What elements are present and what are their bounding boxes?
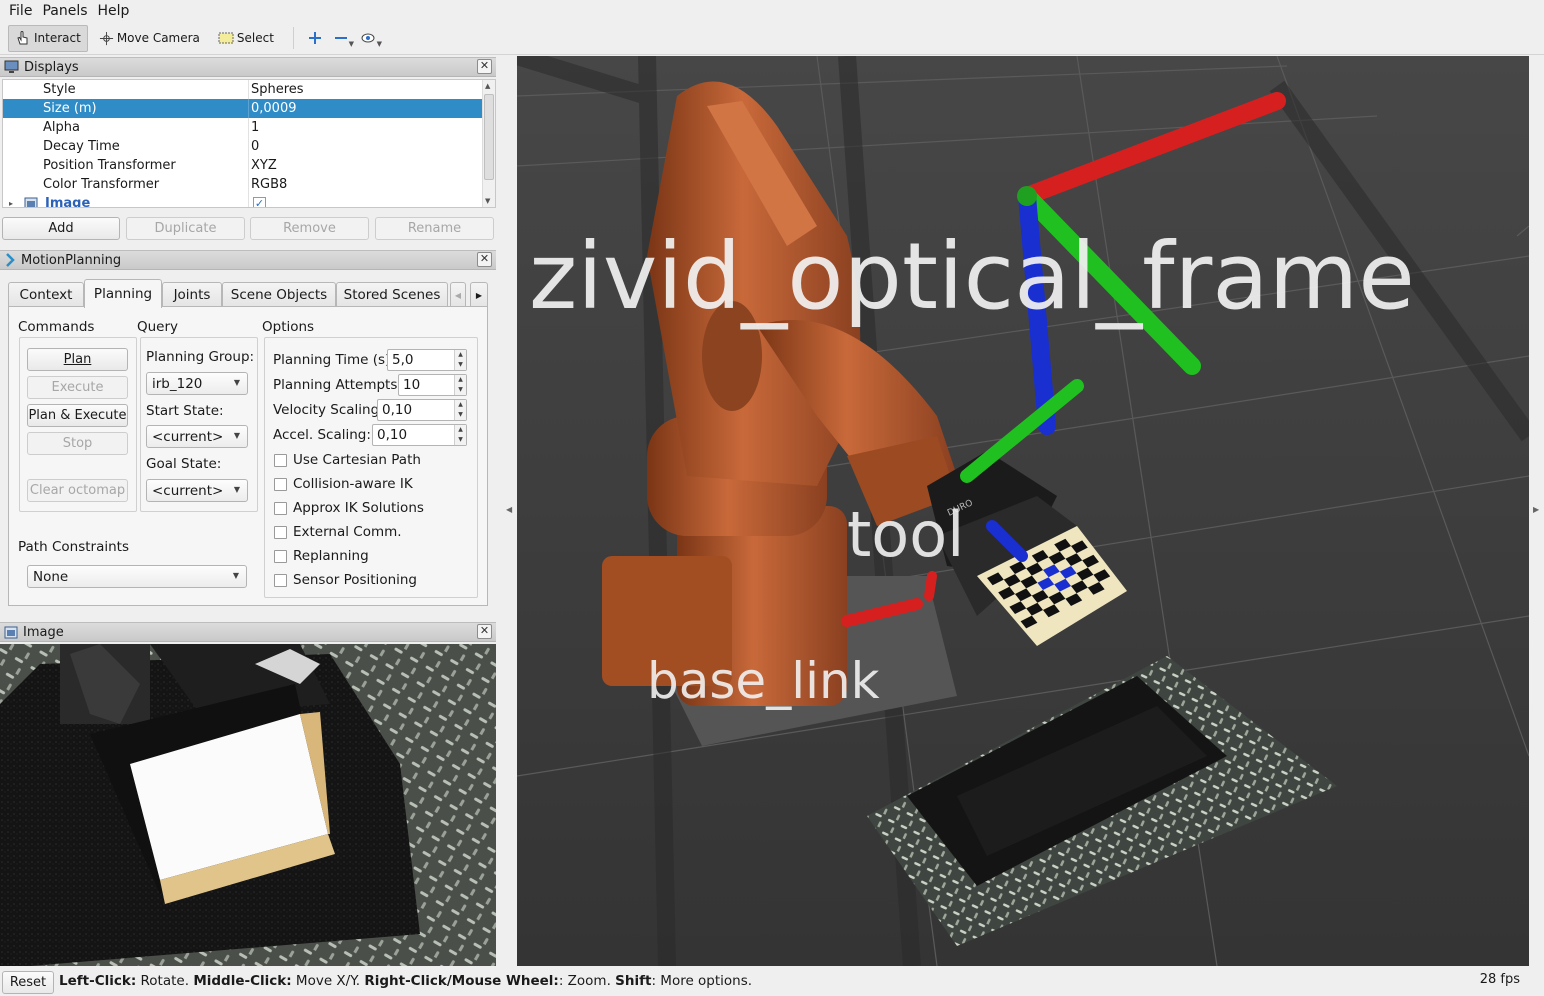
planning-group-select[interactable]: irb_120 ▼ [146, 372, 248, 395]
minus-icon [334, 37, 347, 39]
monitor-icon [4, 60, 19, 73]
menu-file[interactable]: File [4, 3, 37, 19]
frame-label-base: base_link [647, 652, 880, 710]
external-comm-checkbox[interactable]: External Comm. [274, 524, 402, 540]
path-constraints-select[interactable]: None ▼ [27, 565, 247, 588]
motion-planning-panel-header: MotionPlanning ✕ [0, 250, 496, 270]
motion-planning-tabs: Context Planning Joints Scene Objects St… [8, 279, 488, 308]
use-cartesian-path-checkbox[interactable]: Use Cartesian Path [274, 452, 421, 468]
fps-counter: 28 fps [1479, 972, 1520, 987]
image-display-icon [4, 626, 18, 638]
menu-help[interactable]: Help [93, 3, 135, 19]
rename-display-button[interactable]: Rename [375, 217, 494, 240]
select-rect-icon [218, 32, 234, 44]
frame-label-tool: tool [847, 498, 964, 571]
duplicate-display-button[interactable]: Duplicate [126, 217, 245, 240]
property-row-selected[interactable]: Size (m) 0,0009 [3, 99, 483, 118]
plan-and-execute-button[interactable]: Plan & Execute [27, 404, 128, 427]
reset-view-button[interactable]: Reset [2, 971, 54, 994]
tab-scroll-right[interactable]: ▶ [470, 282, 488, 307]
toolbar-separator [292, 27, 294, 49]
dropdown-arrow-icon: ▼ [233, 485, 240, 494]
camera-image [0, 644, 496, 966]
start-state-select[interactable]: <current> ▼ [146, 425, 248, 448]
display-item-image[interactable]: ▸ Image ✓ [3, 194, 483, 207]
move-camera-tool-button[interactable]: Move Camera [92, 25, 207, 52]
image-display-icon [24, 197, 38, 207]
plus-icon [308, 32, 321, 44]
scrollbar-thumb[interactable] [484, 94, 494, 180]
tab-stored-scenes[interactable]: Stored Scenes [336, 282, 448, 307]
goal-state-select[interactable]: <current> ▼ [146, 479, 248, 502]
planning-time-spinbox[interactable]: 5,0 ▲ ▼ [387, 349, 467, 371]
view-tool-button[interactable]: ▼ [360, 31, 382, 48]
tab-joints[interactable]: Joints [162, 282, 222, 307]
dropdown-arrow-icon: ▼ [232, 571, 239, 580]
replanning-checkbox[interactable]: Replanning [274, 548, 369, 564]
status-hint: Left-Click: Rotate. Middle-Click: Move X… [59, 973, 753, 989]
status-bar: Reset Left-Click: Rotate. Middle-Click: … [0, 966, 1544, 996]
tab-scene-objects[interactable]: Scene Objects [222, 282, 336, 307]
property-row[interactable]: Style Spheres [3, 80, 483, 99]
dropdown-arrow-icon: ▼ [348, 40, 354, 48]
interact-tool-button[interactable]: Interact [8, 24, 88, 52]
displays-close-button[interactable]: ✕ [477, 59, 492, 74]
add-tool-button[interactable] [308, 31, 322, 45]
planning-tab-pane: Commands Plan Execute Plan & Execute Sto… [8, 306, 488, 606]
3d-scene: DURO zivid_optical_frame tool base_link [517, 56, 1529, 966]
menu-bar: File Panels Help [0, 0, 1544, 22]
tab-scroll-left[interactable]: ◀ [450, 282, 466, 307]
stop-button[interactable]: Stop [27, 432, 128, 455]
tab-planning[interactable]: Planning [84, 279, 162, 308]
frame-label-zivid: zivid_optical_frame [529, 223, 1415, 330]
image-close-button[interactable]: ✕ [477, 624, 492, 639]
clear-octomap-button[interactable]: Clear octomap [27, 479, 128, 502]
displays-panel-header: Displays ✕ [0, 57, 496, 77]
eye-icon [361, 33, 375, 43]
motion-planning-icon [6, 253, 15, 267]
dropdown-arrow-icon: ▼ [233, 431, 240, 440]
rviz-window: File Panels Help Interact Move Camera Se… [0, 0, 1544, 996]
camera-image-view[interactable] [0, 644, 496, 966]
hand-pointer-icon [17, 31, 28, 45]
displays-scrollbar[interactable]: ▲ ▼ [482, 80, 495, 207]
image-panel-header: Image ✕ [0, 622, 496, 642]
dropdown-arrow-icon: ▼ [376, 40, 382, 48]
displays-tree[interactable]: Style Spheres Size (m) 0,0009 Alpha 1 Decay… [2, 79, 496, 208]
3d-render-view[interactable]: DURO zivid_optical_frame tool base_link [517, 56, 1529, 966]
splitter-handle[interactable]: ▶ [1533, 505, 1539, 514]
remove-tool-button[interactable]: ▼ [334, 31, 354, 48]
velocity-scaling-spinbox[interactable]: 0,10 ▲ ▼ [377, 399, 467, 421]
approx-ik-solutions-checkbox[interactable]: Approx IK Solutions [274, 500, 424, 516]
motion-planning-close-button[interactable]: ✕ [477, 252, 492, 267]
select-tool-button[interactable]: Select [211, 25, 281, 52]
accel-scaling-spinbox[interactable]: 0,10 ▲ ▼ [372, 424, 467, 446]
move-camera-icon [99, 31, 113, 45]
tab-context[interactable]: Context [8, 282, 84, 307]
sensor-positioning-checkbox[interactable]: Sensor Positioning [274, 572, 417, 588]
add-display-button[interactable]: Add [2, 217, 120, 240]
plan-button[interactable]: Plan [27, 348, 128, 371]
planning-attempts-spinbox[interactable]: 10 ▲ ▼ [398, 374, 467, 396]
toolbar: Interact Move Camera Select ▼ ▼ [0, 22, 1544, 55]
property-row[interactable]: Alpha 1 [3, 118, 483, 137]
remove-display-button[interactable]: Remove [250, 217, 369, 240]
property-row[interactable]: Decay Time 0 [3, 137, 483, 156]
expand-arrow-icon[interactable]: ▸ [9, 199, 13, 207]
splitter-handle[interactable]: ◀ [506, 505, 512, 514]
menu-panels[interactable]: Panels [37, 3, 92, 19]
property-row[interactable]: Color Transformer RGB8 [3, 175, 483, 194]
execute-button[interactable]: Execute [27, 376, 128, 399]
image-enabled-checkbox[interactable]: ✓ [253, 197, 266, 207]
collision-aware-ik-checkbox[interactable]: Collision-aware IK [274, 476, 413, 492]
dropdown-arrow-icon: ▼ [233, 378, 240, 387]
property-row[interactable]: Position Transformer XYZ [3, 156, 483, 175]
